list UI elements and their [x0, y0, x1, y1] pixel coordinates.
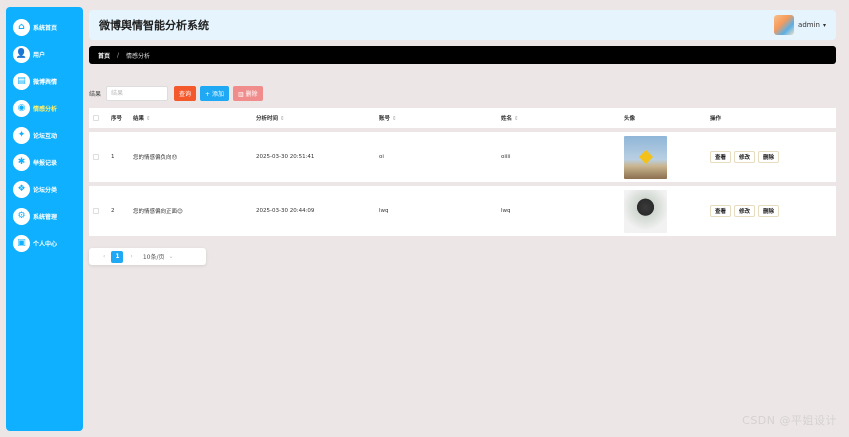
sort-icon[interactable]: ⇕ — [392, 116, 397, 122]
sidebar-item-forum[interactable]: ✦ 论坛互动 — [6, 122, 83, 149]
app-title: 微博舆情智能分析系统 — [99, 19, 209, 32]
cell-ops: 查看 修改 删除 — [710, 151, 836, 163]
sidebar-item-user[interactable]: 👤 用户 — [6, 41, 83, 68]
prev-page-icon[interactable]: ‹ — [103, 253, 105, 260]
breadcrumb-home[interactable]: 首页 — [98, 51, 110, 60]
sidebar-item-label: 论坛互动 — [33, 133, 58, 140]
column-header-result[interactable]: 结果 ⇕ — [133, 114, 256, 122]
avatar-image[interactable] — [624, 135, 667, 179]
chat-icon: ✦ — [13, 127, 30, 144]
select-all-cell — [89, 115, 111, 121]
profile-icon: ▣ — [13, 235, 30, 252]
add-button[interactable]: + 添加 — [200, 85, 229, 101]
row-checkbox[interactable] — [93, 154, 99, 160]
cell-result: 您的情感偏负向😞 — [133, 155, 178, 161]
cell-avatar — [624, 189, 710, 233]
cell-name: oiiii — [501, 154, 511, 160]
delete-button[interactable]: 删除 — [758, 151, 780, 163]
chevron-down-icon[interactable]: ▾ — [823, 22, 826, 29]
cell-index: 1 — [111, 154, 115, 160]
column-header-index: 序号 — [111, 116, 123, 122]
cell-account: lwq — [379, 208, 389, 214]
column-header-label: 账号 — [379, 116, 391, 122]
query-button[interactable]: 查询 — [174, 85, 197, 101]
sort-icon[interactable]: ⇕ — [514, 116, 519, 122]
cell-time: 2025-03-30 20:51:41 — [256, 154, 315, 160]
table-row: 2 您的情感偏向正面😊 2025-03-30 20:44:09 lwq lwq … — [89, 186, 836, 236]
cell-avatar — [624, 135, 710, 179]
column-header-avatar: 头像 — [624, 116, 636, 122]
home-icon: ⌂ — [13, 19, 30, 36]
flag-icon: ✱ — [13, 154, 30, 171]
sidebar-item-label: 系统首页 — [33, 25, 58, 32]
road-sign-icon — [638, 149, 653, 165]
cell-name: lwq — [501, 208, 511, 214]
cell-result: 您的情感偏向正面😊 — [133, 209, 183, 215]
user-icon: 👤 — [13, 46, 30, 63]
sidebar-item-home[interactable]: ⌂ 系统首页 — [6, 14, 83, 41]
breadcrumb-current: 情感分析 — [126, 52, 151, 60]
row-select-cell — [89, 154, 111, 160]
sidebar-item-label: 系统管理 — [33, 214, 58, 221]
table-header: 序号 结果 ⇕ 分析时间 ⇕ 账号 ⇕ 姓名 ⇕ 头像 操作 — [89, 108, 836, 128]
column-header-account[interactable]: 账号 ⇕ — [379, 114, 501, 122]
column-header-time[interactable]: 分析时间 ⇕ — [256, 114, 379, 122]
sidebar-item-label: 举报记录 — [33, 160, 58, 167]
sort-icon[interactable]: ⇕ — [280, 116, 285, 122]
view-button[interactable]: 查看 — [710, 205, 732, 217]
select-all-checkbox[interactable] — [93, 115, 99, 121]
watermark: CSDN @平姐设计 — [742, 414, 837, 427]
breadcrumb-separator: / — [117, 51, 120, 59]
column-header-label: 结果 — [133, 116, 145, 122]
category-icon: ❖ — [13, 181, 30, 198]
data-table: 序号 结果 ⇕ 分析时间 ⇕ 账号 ⇕ 姓名 ⇕ 头像 操作 1 您的情感偏负向😞 20… — [89, 108, 836, 236]
pin-icon: ◉ — [13, 100, 30, 117]
sidebar-item-profile[interactable]: ▣ 个人中心 — [6, 230, 83, 257]
pagination: ‹ 1 › 10条/页 ⌄ — [89, 248, 206, 265]
column-header-ops: 操作 — [710, 116, 722, 122]
edit-button[interactable]: 修改 — [734, 205, 756, 217]
edit-button[interactable]: 修改 — [734, 151, 756, 163]
breadcrumb: 首页 / 情感分析 — [89, 46, 836, 64]
sidebar-item-label: 用户 — [33, 52, 46, 59]
column-header-name[interactable]: 姓名 ⇕ — [501, 114, 624, 122]
top-header: 微博舆情智能分析系统 admin ▾ — [89, 10, 836, 40]
search-input[interactable] — [106, 85, 169, 101]
view-button[interactable]: 查看 — [710, 151, 732, 163]
sidebar-item-label: 个人中心 — [33, 241, 58, 248]
sort-icon[interactable]: ⇕ — [146, 116, 151, 122]
sidebar-item-weibo[interactable]: ▤ 微博舆情 — [6, 68, 83, 95]
user-menu[interactable]: admin ▾ — [774, 15, 826, 35]
sidebar-item-category[interactable]: ❖ 论坛分类 — [6, 176, 83, 203]
gear-icon: ⚙ — [13, 208, 30, 225]
delete-button[interactable]: 删除 — [758, 205, 780, 217]
page-size-select[interactable]: 10条/页 — [143, 252, 165, 261]
sidebar-item-label: 微博舆情 — [33, 79, 58, 86]
row-select-cell — [89, 208, 111, 214]
page-number-current[interactable]: 1 — [111, 250, 124, 263]
row-checkbox[interactable] — [93, 208, 99, 214]
sidebar-item-system[interactable]: ⚙ 系统管理 — [6, 203, 83, 230]
avatar-image[interactable] — [624, 189, 667, 233]
sidebar-item-label: 情感分析 — [33, 106, 58, 113]
cell-ops: 查看 修改 删除 — [710, 205, 836, 217]
list-icon: ▤ — [13, 73, 30, 90]
next-page-icon[interactable]: › — [130, 253, 132, 260]
cell-account: oi — [379, 154, 384, 160]
cell-time: 2025-03-30 20:44:09 — [256, 208, 315, 214]
avatar[interactable] — [774, 15, 795, 35]
sidebar-item-sentiment[interactable]: ◉ 情感分析 — [6, 95, 83, 122]
column-header-label: 分析时间 — [256, 116, 279, 122]
search-label: 结果 — [89, 90, 102, 98]
chevron-down-icon[interactable]: ⌄ — [168, 253, 173, 260]
sidebar-item-label: 论坛分类 — [33, 187, 58, 194]
column-header-label: 姓名 — [501, 116, 513, 122]
cell-index: 2 — [111, 208, 115, 214]
user-name[interactable]: admin — [798, 21, 820, 29]
table-row: 1 您的情感偏负向😞 2025-03-30 20:51:41 oi oiiii … — [89, 132, 836, 182]
batch-delete-button[interactable]: ▥ 删除 — [232, 85, 263, 101]
search-bar: 结果 查询 + 添加 ▥ 删除 — [89, 85, 267, 101]
sidebar-item-report[interactable]: ✱ 举报记录 — [6, 149, 83, 176]
sidebar: ⌂ 系统首页 👤 用户 ▤ 微博舆情 ◉ 情感分析 ✦ 论坛互动 ✱ 举报记录 … — [6, 7, 83, 431]
